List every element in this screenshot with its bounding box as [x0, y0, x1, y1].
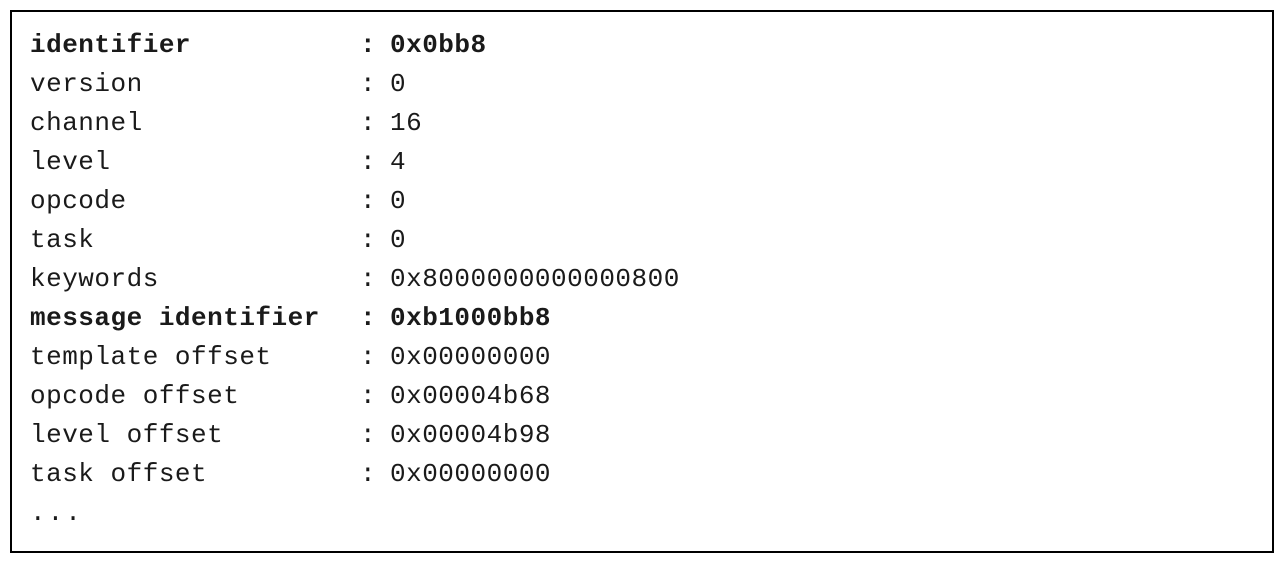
colon-separator: :: [360, 455, 390, 494]
property-row: channel:16: [30, 104, 1254, 143]
property-row: message identifier:0xb1000bb8: [30, 299, 1254, 338]
property-value: 0xb1000bb8: [390, 299, 1254, 338]
property-row: task:0: [30, 221, 1254, 260]
property-value: 0: [390, 221, 1254, 260]
property-value: 16: [390, 104, 1254, 143]
property-label: keywords: [30, 260, 360, 299]
property-value: 0: [390, 182, 1254, 221]
property-label: version: [30, 65, 360, 104]
property-label: template offset: [30, 338, 360, 377]
colon-separator: :: [360, 338, 390, 377]
property-label: task offset: [30, 455, 360, 494]
colon-separator: :: [360, 143, 390, 182]
colon-separator: :: [360, 260, 390, 299]
property-value: 0x00004b98: [390, 416, 1254, 455]
property-row: opcode offset:0x00004b68: [30, 377, 1254, 416]
property-value: 0x8000000000000800: [390, 260, 1254, 299]
property-row: identifier:0x0bb8: [30, 26, 1254, 65]
colon-separator: :: [360, 299, 390, 338]
colon-separator: :: [360, 182, 390, 221]
property-row: task offset:0x00000000: [30, 455, 1254, 494]
property-value: 4: [390, 143, 1254, 182]
property-value: 0x00000000: [390, 455, 1254, 494]
property-label: level offset: [30, 416, 360, 455]
property-label: opcode: [30, 182, 360, 221]
property-label: task: [30, 221, 360, 260]
colon-separator: :: [360, 104, 390, 143]
property-row: opcode:0: [30, 182, 1254, 221]
property-label: identifier: [30, 26, 360, 65]
property-label: message identifier: [30, 299, 360, 338]
property-label: channel: [30, 104, 360, 143]
colon-separator: :: [360, 221, 390, 260]
property-label: opcode offset: [30, 377, 360, 416]
property-value: 0x00004b68: [390, 377, 1254, 416]
property-row: level offset:0x00004b98: [30, 416, 1254, 455]
colon-separator: :: [360, 26, 390, 65]
rows-container: identifier:0x0bb8version:0channel:16leve…: [30, 26, 1254, 494]
colon-separator: :: [360, 65, 390, 104]
colon-separator: :: [360, 416, 390, 455]
property-row: level:4: [30, 143, 1254, 182]
ellipsis-line: ...: [30, 494, 1254, 533]
output-panel: identifier:0x0bb8version:0channel:16leve…: [10, 10, 1274, 553]
property-row: version:0: [30, 65, 1254, 104]
colon-separator: :: [360, 377, 390, 416]
property-value: 0x0bb8: [390, 26, 1254, 65]
property-label: level: [30, 143, 360, 182]
property-value: 0x00000000: [390, 338, 1254, 377]
property-row: keywords:0x8000000000000800: [30, 260, 1254, 299]
property-row: template offset:0x00000000: [30, 338, 1254, 377]
property-value: 0: [390, 65, 1254, 104]
